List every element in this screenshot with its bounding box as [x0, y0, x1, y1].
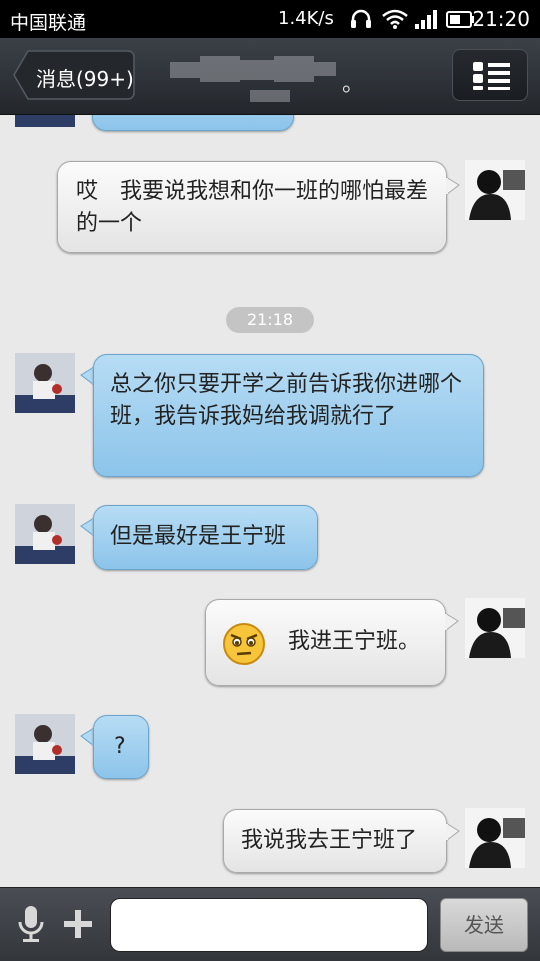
bubble-tail — [446, 822, 460, 842]
back-button[interactable]: 消息(99+) — [12, 49, 136, 101]
message-bubble-outgoing[interactable]: 我说我去王宁班了 — [223, 809, 447, 873]
network-speed: 1.4K/s — [278, 8, 334, 29]
bubble-tail — [446, 176, 460, 196]
list-menu-icon — [473, 62, 510, 90]
message-bubble-incoming[interactable] — [92, 115, 294, 131]
signal-icon — [415, 10, 437, 29]
chat-title-obscured: 。 — [170, 56, 364, 114]
battery-icon — [446, 11, 474, 28]
my-avatar[interactable] — [465, 808, 525, 868]
microphone-icon[interactable] — [16, 904, 46, 944]
chat-title-suffix: 。 — [342, 72, 365, 97]
compose-bar: 发送 — [0, 887, 540, 961]
clock: 21:20 — [472, 7, 530, 31]
message-bubble-incoming[interactable]: ? — [93, 715, 149, 779]
skeptical-face-emoji — [223, 623, 265, 665]
carrier-name: 中国联通 — [10, 12, 87, 34]
headset-icon — [351, 9, 371, 28]
bubble-tail — [80, 727, 94, 747]
bubble-tail — [445, 612, 459, 632]
message-bubble-incoming[interactable]: 总之你只要开学之前告诉我你进哪个班，我告诉我妈给我调就行了 — [93, 354, 484, 477]
bubble-tail — [80, 366, 94, 386]
message-text: 我说我去王宁班了 — [241, 828, 418, 853]
chat-header: 消息(99+) 。 — [0, 38, 540, 115]
wifi-icon — [382, 9, 408, 29]
message-bubble-incoming[interactable]: 但是最好是王宁班 — [93, 505, 318, 570]
message-input[interactable] — [110, 898, 428, 952]
message-bubble-outgoing[interactable]: 哎 我要说我想和你一班的哪怕最差的一个 — [57, 161, 447, 253]
plus-icon[interactable] — [62, 908, 94, 940]
my-avatar[interactable] — [465, 160, 525, 220]
message-bubble-outgoing[interactable]: 我进王宁班。 — [205, 599, 446, 686]
chat-menu-button[interactable] — [452, 49, 528, 101]
bubble-tail — [80, 517, 94, 537]
contact-avatar[interactable] — [15, 504, 75, 564]
message-text: ? — [114, 734, 126, 759]
message-text: 我进王宁班。 — [288, 629, 421, 654]
my-avatar[interactable] — [465, 598, 525, 658]
message-text: 哎 我要说我想和你一班的哪怕最差的一个 — [76, 179, 429, 236]
timestamp-divider: 21:18 — [226, 307, 314, 333]
message-text: 总之你只要开学之前告诉我你进哪个班，我告诉我妈给我调就行了 — [110, 372, 463, 429]
back-button-label: 消息(99+) — [36, 67, 134, 91]
send-button[interactable]: 发送 — [440, 898, 528, 952]
message-list[interactable]: 哎 我要说我想和你一班的哪怕最差的一个 21:18 总之你只要开学之前告诉我你进… — [0, 115, 540, 887]
status-bar: 中国联通 1.4K/s 21:20 — [0, 0, 540, 38]
contact-avatar[interactable] — [15, 115, 75, 127]
contact-avatar[interactable] — [15, 714, 75, 774]
contact-avatar[interactable] — [15, 353, 75, 413]
message-text: 但是最好是王宁班 — [110, 524, 287, 549]
